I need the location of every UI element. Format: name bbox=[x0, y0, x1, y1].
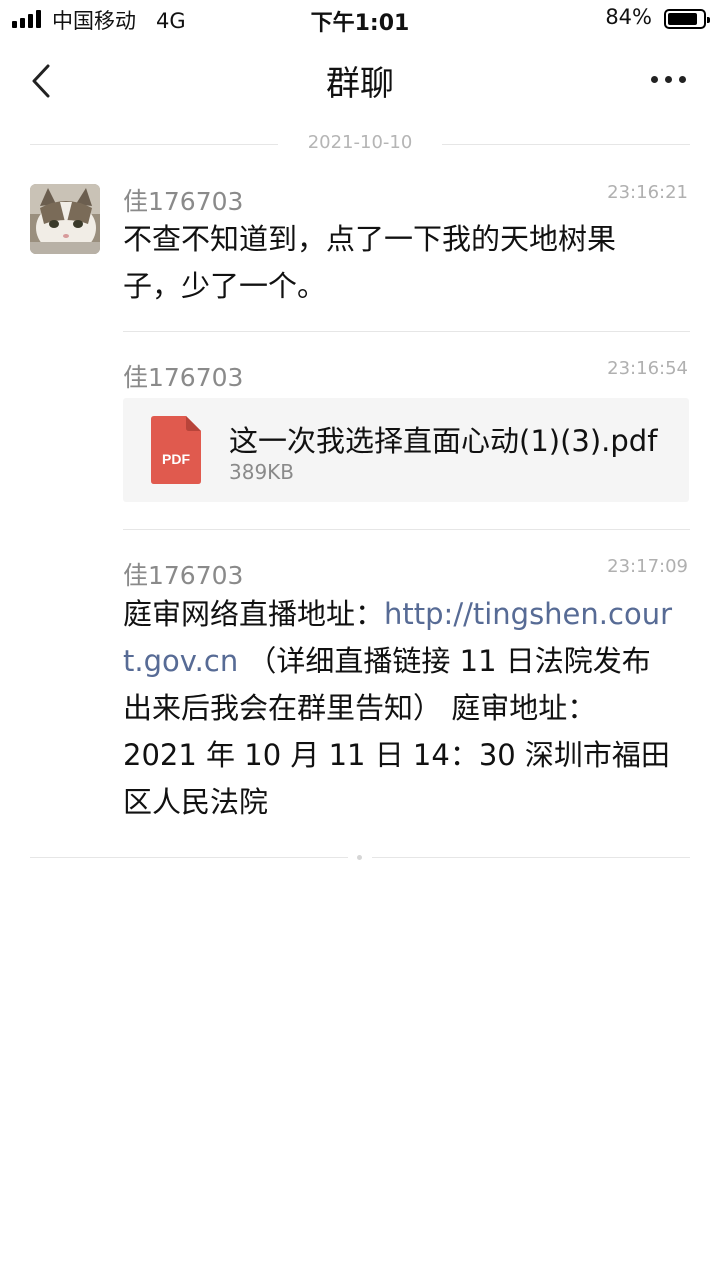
file-name: 这一次我选择直面心动(1)(3).pdf bbox=[229, 424, 658, 458]
battery-percent: 84% bbox=[605, 5, 652, 29]
end-separator-dot bbox=[357, 855, 362, 860]
more-horizontal-icon bbox=[651, 76, 658, 83]
message-divider bbox=[123, 331, 690, 332]
message-sender: 佳176703 bbox=[123, 187, 244, 216]
message-time: 23:17:09 bbox=[607, 556, 688, 577]
live-stream-link-continued[interactable]: t.gov.cn bbox=[123, 644, 238, 678]
file-size: 389KB bbox=[229, 460, 295, 484]
message-text-segment: （详细直播链接 11 日法院发布 bbox=[238, 644, 651, 678]
message-text-segment: 庭审网络直播地址： bbox=[123, 597, 385, 631]
date-separator: 2021-10-10 bbox=[307, 132, 413, 153]
message-text-line: 区人民法院 bbox=[123, 785, 269, 819]
end-separator-line bbox=[372, 857, 690, 858]
end-separator-line bbox=[30, 857, 348, 858]
cat-avatar-image bbox=[30, 184, 100, 254]
pdf-label: PDF bbox=[162, 451, 190, 467]
pdf-file-icon: PDF bbox=[151, 416, 201, 484]
more-button[interactable] bbox=[651, 76, 686, 83]
message-text-line: 出来后我会在群里告知） 庭审地址： bbox=[123, 691, 597, 725]
message-divider bbox=[123, 529, 690, 530]
message-sender: 佳176703 bbox=[123, 561, 244, 590]
file-attachment-card[interactable]: PDF 这一次我选择直面心动(1)(3).pdf 389KB bbox=[123, 398, 689, 502]
message-text[interactable]: 庭审网络直播地址：http://tingshen.cour t.gov.cn （… bbox=[123, 591, 693, 826]
battery-icon bbox=[664, 9, 710, 29]
page-title: 群聊 bbox=[326, 64, 394, 104]
message-text-line: 2021 年 10 月 11 日 14：30 深圳市福田 bbox=[123, 738, 670, 772]
message-time: 23:16:21 bbox=[607, 182, 688, 203]
live-stream-link[interactable]: http://tingshen.cour bbox=[384, 597, 672, 631]
status-bar: 中国移动 4G 下午1:01 84% bbox=[0, 0, 720, 40]
message-sender: 佳176703 bbox=[123, 363, 244, 392]
avatar[interactable] bbox=[30, 184, 100, 254]
separator-line bbox=[442, 144, 690, 145]
message-time: 23:16:54 bbox=[607, 358, 688, 379]
message-text[interactable]: 不查不知道到，点了一下我的天地树果 子，少了一个。 bbox=[123, 216, 616, 310]
